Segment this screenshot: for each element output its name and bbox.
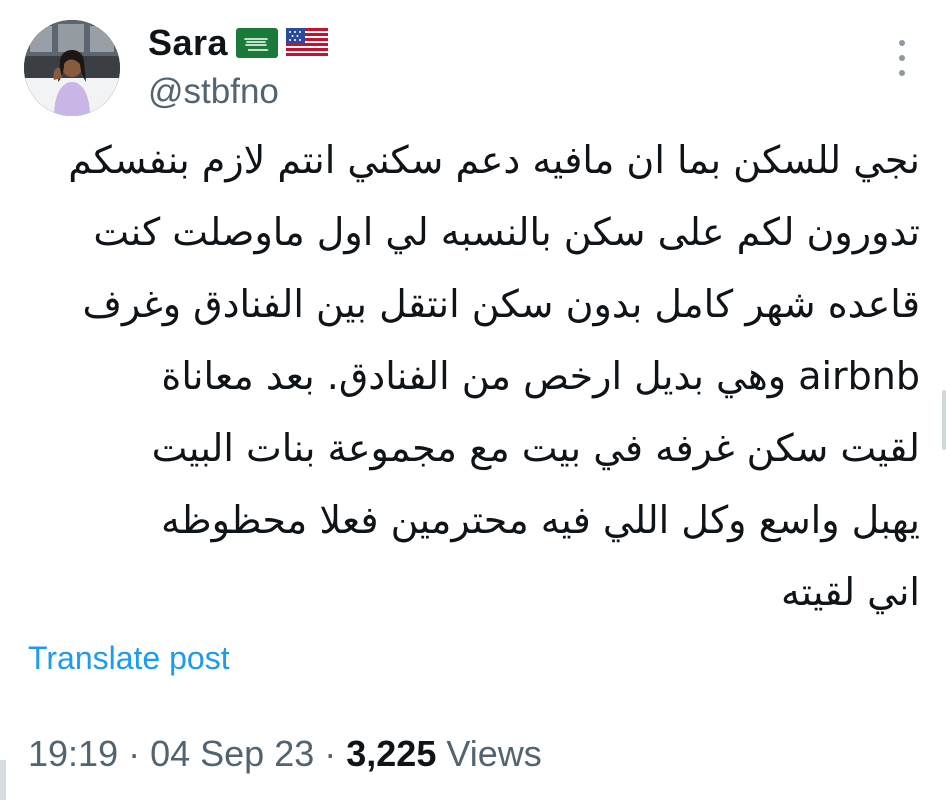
- author-name-row: Sara: [148, 20, 329, 66]
- tweet-card: Sara @stbfno نجي للسكن بما ان مافيه دعم …: [0, 0, 946, 800]
- tweet-text-line: لقيت سكن غرفه في بيت مع مجموعة بنات البي…: [151, 426, 920, 470]
- tweet-text-line: قاعده شهر كامل بدون سكن انتقل بين الفناد…: [82, 282, 920, 326]
- views-label: Views: [436, 733, 542, 774]
- tweet-date[interactable]: 04 Sep 23: [150, 733, 314, 774]
- avatar[interactable]: [24, 20, 120, 116]
- tweet-text: نجي للسكن بما ان مافيه دعم سكني انتم لاز…: [10, 124, 920, 628]
- tweet-text-line: نجي للسكن بما ان مافيه دعم سكني انتم لاز…: [68, 138, 920, 182]
- meta-separator: ·: [118, 733, 151, 774]
- saudi-arabia-flag-icon: [236, 28, 279, 58]
- translate-post-link[interactable]: Translate post: [28, 640, 230, 677]
- scroll-indicator: [942, 390, 946, 450]
- tweet-text-line: airbnb وهي بديل ارخص من الفنادق. بعد معا…: [161, 354, 920, 398]
- tweet-text-line: يهبل واسع وكل اللي فيه محترمين فعلا محظو…: [160, 498, 920, 542]
- tweet-text-line: اني لقيته: [781, 570, 920, 614]
- author-display-name[interactable]: Sara: [148, 22, 228, 64]
- author-handle[interactable]: @stbfno: [148, 72, 279, 112]
- views-count[interactable]: 3,225: [346, 733, 436, 774]
- more-dot: [899, 70, 905, 76]
- edge-divider: [0, 760, 6, 800]
- tweet-time[interactable]: 19:19: [28, 733, 118, 774]
- more-vertical-icon[interactable]: [890, 40, 914, 76]
- profile-photo: [24, 20, 120, 116]
- more-dot: [899, 55, 905, 61]
- tweet-meta: 19:19 · 04 Sep 23 · 3,225 Views: [28, 733, 542, 775]
- meta-separator: ·: [314, 733, 347, 774]
- tweet-text-line: تدورون لكم على سكن بالنسبه لي اول ماوصلت…: [93, 210, 920, 254]
- more-dot: [899, 40, 905, 46]
- united-states-flag-icon: [286, 28, 329, 58]
